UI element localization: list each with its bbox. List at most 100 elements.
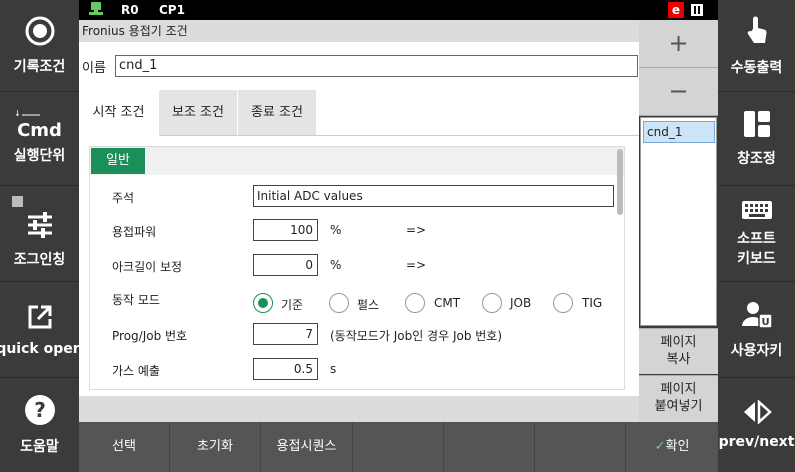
arc-length-label: 아크길이 보정	[112, 260, 183, 274]
page-list-item[interactable]: cnd_1	[643, 121, 715, 143]
status-bar: R0 CP1 e	[79, 0, 718, 20]
record-condition-label: 기록조건	[13, 58, 66, 75]
select-button[interactable]: 선택	[79, 422, 170, 472]
keyboard-icon	[741, 200, 773, 224]
svg-text:↓: ↓	[14, 109, 21, 117]
cmd-icon: ↓	[14, 102, 42, 118]
window-adjust-button[interactable]: 창조정	[718, 92, 795, 186]
prog-job-label: Prog/Job 번호	[112, 329, 188, 343]
jog-inching-button[interactable]: 조그인칭	[0, 186, 79, 282]
weld-power-arrow[interactable]: =>	[406, 223, 426, 237]
robot-status-icon	[89, 2, 103, 21]
arc-length-unit: %	[330, 258, 342, 272]
weld-sequence-button[interactable]: 용접시퀀스	[261, 422, 353, 472]
quick-open-label: quick open	[0, 340, 83, 357]
main-bottom-strip	[79, 396, 639, 422]
exec-unit-button[interactable]: ↓ Cmd 실행단위	[0, 92, 79, 186]
help-label: 도움말	[20, 439, 59, 455]
weld-power-input[interactable]: 100	[253, 219, 318, 241]
gas-pre-label: 가스 예출	[112, 364, 160, 378]
sliders-icon	[25, 211, 55, 243]
copy-page-label-1: 페이지	[660, 335, 697, 350]
form-area[interactable]: 일반 주석 Initial ADC values 용접파워 100 % => 아…	[89, 146, 625, 390]
help-icon: ?	[24, 394, 56, 430]
arc-length-input[interactable]: 0	[253, 254, 318, 276]
jog-inching-label: 조그인칭	[13, 251, 66, 268]
touch-hand-icon	[744, 15, 770, 51]
section-header: 일반	[90, 147, 624, 175]
comment-input[interactable]: Initial ADC values	[253, 185, 614, 207]
weld-power-unit: %	[330, 223, 342, 237]
error-badge[interactable]: e	[668, 2, 684, 18]
confirm-label: 확인	[665, 439, 690, 454]
mode-radio-standard[interactable]	[253, 293, 273, 313]
mode-pulse-label: 펄스	[357, 298, 380, 312]
user-key-icon: U	[741, 300, 773, 334]
record-icon	[25, 16, 55, 50]
tab-divider	[159, 135, 639, 136]
gas-pre-unit: s	[330, 362, 337, 376]
main-panel: Fronius 용접기 조건 이름 cnd_1 시작 조건 보조 조건 종료 조…	[79, 20, 639, 422]
prog-job-note: (동작모드가 Job인 경우 Job 번호)	[330, 329, 503, 343]
mode-cmt-label: CMT	[434, 296, 461, 310]
exec-unit-label: 실행단위	[13, 148, 66, 164]
confirm-button[interactable]: ✓확인	[626, 422, 718, 472]
name-label: 이름	[82, 61, 106, 76]
empty-menu-slot-2	[444, 422, 535, 472]
svg-text:U: U	[761, 317, 769, 328]
user-key-button[interactable]: U 사용자키	[718, 282, 795, 378]
section-general[interactable]: 일반	[91, 148, 145, 174]
paste-page-label-2: 붙여넣기	[654, 399, 703, 414]
comment-label: 주석	[112, 191, 135, 205]
cmd-icon-text: Cmd	[17, 120, 62, 141]
paste-page-label-1: 페이지	[660, 382, 697, 397]
check-icon: ✓	[654, 439, 666, 454]
bottom-menu: 선택 초기화 용접시퀀스 ✓확인	[79, 422, 718, 472]
name-input[interactable]: cnd_1	[115, 55, 638, 77]
mode-standard-label: 기준	[281, 298, 304, 312]
mode-tig-label: TIG	[582, 296, 603, 310]
mode-job-label: JOB	[510, 296, 532, 310]
robot-id: R0	[121, 3, 139, 17]
checkbox-indicator	[12, 196, 23, 207]
mode-radio-pulse[interactable]	[329, 293, 349, 313]
gas-pre-input[interactable]: 0.5	[253, 358, 318, 380]
empty-menu-slot-1	[353, 422, 444, 472]
quick-open-button[interactable]: quick open	[0, 282, 83, 378]
paste-page-button[interactable]: 페이지 붙여넣기	[639, 375, 718, 422]
add-page-button[interactable]: +	[639, 20, 718, 68]
mode-radio-tig[interactable]	[553, 293, 573, 313]
help-button[interactable]: ? 도움말	[0, 378, 79, 472]
right-sidebar: 수동출력 창조정 소프트 키보드 U 사용자키 prev/next	[718, 0, 795, 472]
tab-aux-condition[interactable]: 보조 조건	[159, 90, 238, 136]
prev-next-button[interactable]: prev/next	[718, 378, 795, 472]
manual-output-label: 수동출력	[730, 59, 783, 76]
copy-page-button[interactable]: 페이지 복사	[639, 328, 718, 374]
prog-job-input[interactable]: 7	[253, 323, 318, 345]
manual-output-button[interactable]: 수동출력	[718, 0, 795, 92]
record-condition-button[interactable]: 기록조건	[0, 0, 79, 92]
copy-page-label-2: 복사	[666, 352, 691, 367]
tab-end-condition[interactable]: 종료 조건	[238, 90, 317, 136]
mode-radio-job[interactable]	[482, 293, 502, 313]
window-title: Fronius 용접기 조건	[79, 20, 639, 42]
cp-id: CP1	[159, 3, 185, 17]
form-scrollbar[interactable]	[617, 149, 623, 215]
soft-keyboard-label-2: 키보드	[737, 250, 776, 267]
reset-button[interactable]: 초기화	[170, 422, 261, 472]
window-adjust-label: 창조정	[737, 150, 776, 167]
left-sidebar: 기록조건 ↓ Cmd 실행단위 조그인칭 quick open ? 도움말	[0, 0, 83, 472]
user-key-label: 사용자키	[730, 342, 783, 359]
prev-next-icon	[742, 399, 772, 428]
arc-length-arrow[interactable]: =>	[406, 258, 426, 272]
external-link-icon	[26, 303, 54, 335]
weld-power-label: 용접파워	[112, 225, 157, 239]
soft-keyboard-button[interactable]: 소프트 키보드	[718, 186, 795, 282]
condition-tabs: 시작 조건 보조 조건 종료 조건	[79, 90, 639, 136]
pages-panel: + − cnd_1 페이지 복사 페이지 붙여넣기	[639, 20, 718, 422]
mode-radio-cmt[interactable]	[405, 293, 425, 313]
remove-page-button[interactable]: −	[639, 68, 718, 116]
tab-start-condition[interactable]: 시작 조건	[79, 90, 159, 136]
page-list: cnd_1	[640, 117, 717, 326]
prev-next-label: prev/next	[718, 434, 795, 450]
